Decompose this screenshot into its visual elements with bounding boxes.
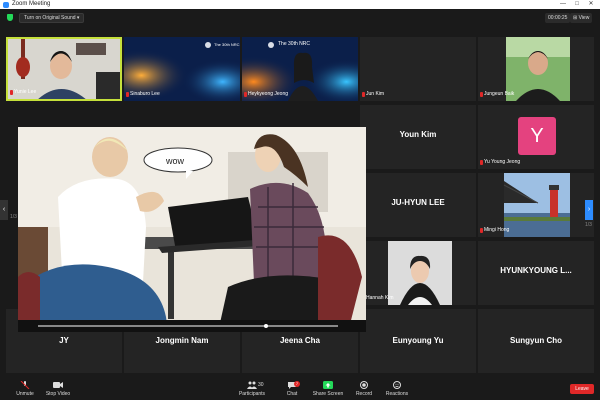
participant-name-large: Sungyun Cho xyxy=(510,336,562,345)
close-button[interactable]: ✕ xyxy=(584,0,598,9)
share-arrow-icon xyxy=(323,381,333,389)
muted-mic-icon xyxy=(480,160,483,165)
view-button[interactable]: ⊞ View xyxy=(570,13,593,23)
chat-badge: 7 xyxy=(294,381,300,387)
stop-video-button[interactable]: Stop Video xyxy=(38,381,78,399)
participant-tile-youn-kim[interactable]: Youn Kim xyxy=(360,105,476,169)
participant-name: Mingi Hong xyxy=(484,227,510,233)
participant-name: Jungeun Baik xyxy=(484,91,515,97)
avatar: Y xyxy=(518,117,556,155)
logo-text: The 30th NRC xyxy=(278,41,310,47)
maximize-button[interactable]: □ xyxy=(570,0,584,9)
title-bar: Zoom Meeting — □ ✕ xyxy=(0,0,600,9)
participant-tile-heykyeong-jeong[interactable]: The 30th NRC Heykyeong Jeong xyxy=(242,37,358,101)
speech-bubble-text: wow xyxy=(166,156,185,166)
participant-tile-mingi-hong[interactable]: Mingi Hong xyxy=(478,173,594,237)
participant-name: Heykyeong Jeong xyxy=(248,91,289,97)
people-icon xyxy=(247,381,257,389)
participant-tile-sinaburo-lee[interactable]: The 30th NRC Sinaburo Lee xyxy=(124,37,240,101)
record-icon xyxy=(360,381,368,389)
participant-name: Yunie Lee xyxy=(14,89,37,95)
muted-mic-icon xyxy=(126,92,129,97)
participant-name-large: JU-HYUN LEE xyxy=(391,198,445,207)
participant-tile-yunie-lee[interactable]: Yunie Lee xyxy=(6,37,122,101)
participant-name: Sinaburo Lee xyxy=(130,91,160,97)
participant-tile-hannah-kim[interactable]: Hannah Kim xyxy=(360,241,476,305)
participant-name: Jun Kim xyxy=(366,91,385,97)
smiley-icon xyxy=(393,381,401,389)
page-indicator-left: 1/3 xyxy=(10,214,17,220)
participant-name-large: JY xyxy=(59,336,69,345)
participant-tile-ju-hyun-lee[interactable]: JU-HYUN LEE xyxy=(360,173,476,237)
share-screen-button[interactable]: Share Screen xyxy=(308,381,348,399)
shared-video-window[interactable]: wow xyxy=(18,127,366,332)
participant-tile-yu-young-jeong[interactable]: Y Yu Young Jeong xyxy=(478,105,594,169)
previous-page-button[interactable]: ‹ xyxy=(0,200,8,220)
original-sound-button[interactable]: Turn on Original Sound ▾ xyxy=(19,13,85,23)
participant-name-large: Jeena Cha xyxy=(279,336,321,345)
video-camera-icon xyxy=(53,382,63,388)
participant-name-large: HYUNKYOUNG L... xyxy=(500,266,572,275)
participants-count: 30 xyxy=(258,382,264,388)
minimize-button[interactable]: — xyxy=(556,0,570,9)
security-shield-icon[interactable] xyxy=(7,14,13,21)
participant-tile-hyunkyoung[interactable]: HYUNKYOUNG L... xyxy=(478,241,594,305)
muted-mic-icon xyxy=(362,92,365,97)
mic-muted-icon xyxy=(20,381,30,389)
participant-name-large: Eunyoung Yu xyxy=(392,336,444,345)
zoom-logo-icon xyxy=(3,1,9,8)
muted-mic-icon xyxy=(10,90,13,95)
page-indicator-right: 1/3 xyxy=(585,222,592,228)
reactions-button[interactable]: Reactions xyxy=(377,381,417,399)
muted-mic-icon xyxy=(480,228,483,233)
participant-name-large: Youn Kim xyxy=(399,130,437,139)
participant-name-large: Jongmin Nam xyxy=(155,336,209,345)
next-page-button[interactable]: › xyxy=(585,200,593,220)
shared-video-frame xyxy=(18,127,366,332)
meeting-timer: 00:00:25 xyxy=(545,13,571,23)
zoom-window: Zoom Meeting — □ ✕ Turn on Original Soun… xyxy=(0,0,600,400)
participant-tile-sungyun-cho[interactable]: Sungyun Cho xyxy=(478,309,594,373)
meeting-top-bar: Turn on Original Sound ▾ 00:00:25 ⊞ View xyxy=(0,9,600,27)
participant-tile-jun-kim[interactable]: Jun Kim xyxy=(360,37,476,101)
window-title: Zoom Meeting xyxy=(12,1,51,7)
muted-mic-icon xyxy=(480,92,483,97)
participants-button[interactable]: Participants 30 xyxy=(232,381,272,399)
participant-tile-eunyoung-yu[interactable]: Eunyoung Yu xyxy=(360,309,476,373)
participant-name: Yu Young Jeong xyxy=(484,159,521,165)
chat-button[interactable]: Chat 7 xyxy=(272,381,312,399)
leave-button[interactable]: Leave xyxy=(570,384,594,394)
participant-tile-jungeun-baik[interactable]: Jungeun Baik xyxy=(478,37,594,101)
meeting-controls-bar: Unmute Stop Video Participants 30 Chat 7 xyxy=(0,379,600,400)
muted-mic-icon xyxy=(244,92,247,97)
logo-text: The 30th NRC xyxy=(214,42,240,47)
participant-name: Hannah Kim xyxy=(366,295,394,301)
